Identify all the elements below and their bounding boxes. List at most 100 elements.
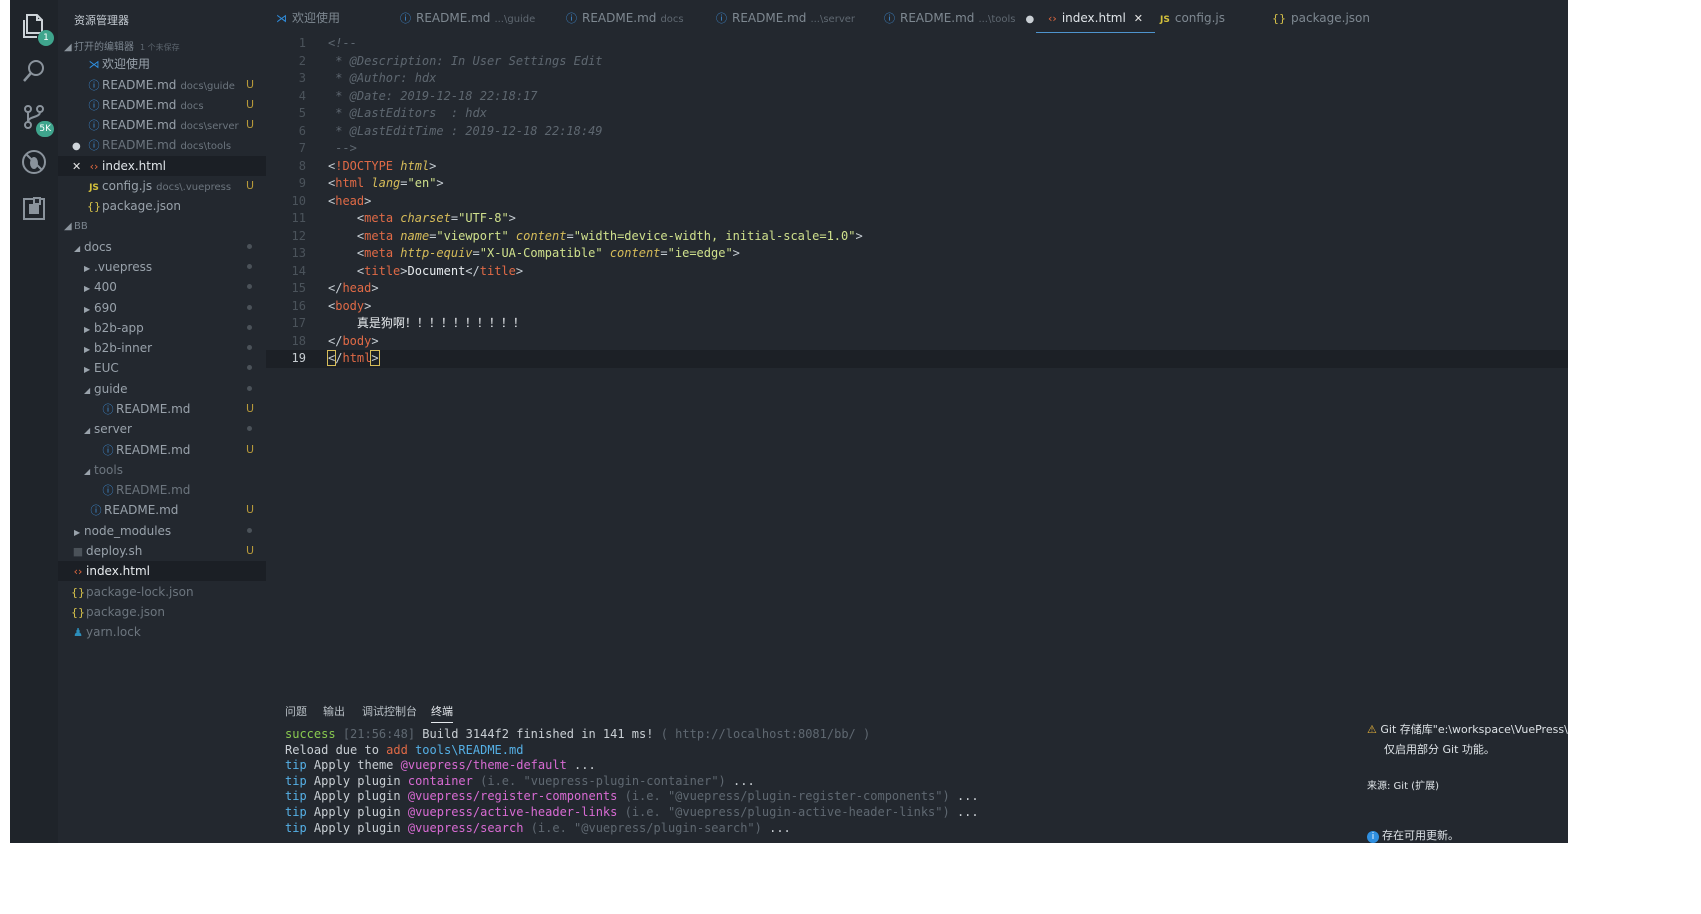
- tree-folder[interactable]: ◢ guide: [58, 379, 266, 399]
- code-line: 18 </body>: [266, 333, 1568, 351]
- open-editors-header[interactable]: ◢ 打开的编辑器 1 个未保存: [64, 38, 180, 53]
- tree-folder[interactable]: ▶ b2b-app: [58, 318, 266, 338]
- code-editor[interactable]: 1 <!-- 2 * @Description: In User Settings…: [266, 35, 1568, 695]
- source-control-icon[interactable]: 5K: [20, 103, 54, 137]
- unsaved-dot-icon[interactable]: ●: [1026, 14, 1035, 25]
- line-number: 3: [298, 71, 306, 85]
- tree-folder[interactable]: ▶ 400: [58, 277, 266, 297]
- close-icon[interactable]: ✕: [1134, 12, 1143, 25]
- tree-folder[interactable]: ◢ docs: [58, 237, 266, 257]
- code-text: Document: [407, 263, 466, 278]
- tree-file[interactable]: ⓘ README.md U: [58, 500, 266, 520]
- open-editor-item[interactable]: JS config.js docs\.vuepress U: [58, 176, 266, 196]
- tree-label: 400: [94, 280, 117, 294]
- tab-index-html[interactable]: ‹› index.html ✕: [1035, 0, 1156, 35]
- tab-package-json[interactable]: {} package.json: [1272, 0, 1370, 35]
- open-editor-item[interactable]: ⋊ 欢迎使用: [58, 54, 266, 74]
- chevron-right-icon: ▶: [84, 365, 91, 374]
- terminal-name: @vuepress/theme-default: [400, 758, 567, 773]
- tree-folder[interactable]: ▶ b2b-inner: [58, 338, 266, 358]
- tree-folder[interactable]: ▶ node_modules: [58, 521, 266, 541]
- info-icon: ⓘ: [88, 139, 100, 152]
- notification-toast[interactable]: ⚠ Git 存储库"e:\workspace\VuePress\ 仅启用部分 G…: [1362, 700, 1568, 843]
- terminal-text: Apply plugin: [313, 805, 401, 819]
- chevron-right-icon: ▶: [84, 264, 91, 273]
- explorer-icon[interactable]: 1: [20, 12, 54, 46]
- unsaved-dot-icon[interactable]: ●: [72, 137, 86, 157]
- line-number: 18: [291, 333, 306, 348]
- chevron-down-icon: ◢: [84, 467, 91, 476]
- open-editor-item[interactable]: ⓘ README.md docs\guide U: [58, 75, 266, 95]
- chevron-down-icon: ◢: [64, 221, 72, 232]
- tree-file[interactable]: ⓘ README.md U: [58, 440, 266, 460]
- open-editor-item[interactable]: ● ⓘ README.md docs\tools: [58, 135, 266, 155]
- terminal-keyword: add: [386, 742, 408, 757]
- terminal-url[interactable]: ( http://localhost:8081/bb/ ): [661, 727, 871, 741]
- panel-tab-debug-console[interactable]: 调试控制台: [362, 703, 417, 719]
- explorer-sidebar: 资源管理器 ◢ 打开的编辑器 1 个未保存 ⋊ 欢迎使用 ⓘ README.md docs…: [58, 0, 266, 843]
- status-dot-icon: [247, 528, 252, 533]
- panel-tab-terminal[interactable]: 终端: [431, 703, 453, 723]
- line-number: 10: [291, 193, 306, 208]
- tree-folder[interactable]: ◢ tools: [58, 460, 266, 480]
- line-number: 19: [291, 351, 306, 365]
- chevron-down-icon: ◢: [64, 42, 72, 53]
- tree-folder[interactable]: ▶ .vuepress: [58, 257, 266, 277]
- info-icon: ⓘ: [716, 12, 727, 25]
- shell-file-icon: ■: [72, 545, 84, 558]
- line-number: 14: [291, 263, 306, 278]
- tree-file[interactable]: {}package-lock.json: [58, 582, 266, 602]
- tree-file[interactable]: ⓘ README.md: [58, 480, 266, 500]
- code-tag: meta: [364, 211, 394, 225]
- tab-readme-server[interactable]: ⓘ README.md ...\server: [716, 0, 855, 35]
- code-tag: meta: [364, 246, 394, 260]
- explorer-title: 资源管理器: [74, 14, 129, 27]
- tree-file[interactable]: ♟ yarn.lock: [58, 622, 266, 642]
- tree-label: .vuepress: [94, 260, 153, 274]
- tab-readme-tools[interactable]: ⓘ README.md ...\tools ●: [884, 0, 1034, 35]
- terminal-text: Apply theme: [313, 758, 394, 773]
- search-icon[interactable]: [20, 57, 48, 85]
- vscode-icon: ⋊: [276, 12, 287, 25]
- code-line: 14 <title>Document</title>: [266, 263, 1568, 281]
- tree-file-active[interactable]: ‹› index.html: [58, 561, 266, 581]
- code-attr: content: [515, 228, 567, 243]
- close-icon[interactable]: ✕: [72, 157, 86, 177]
- tree-file[interactable]: ⓘ README.md U: [58, 399, 266, 419]
- workspace-header[interactable]: ◢ BB: [64, 221, 88, 232]
- tree-label: node_modules: [84, 524, 172, 538]
- tab-welcome[interactable]: ⋊ 欢迎使用: [276, 0, 340, 35]
- open-editor-item[interactable]: ⓘ README.md docs\server U: [58, 115, 266, 135]
- tab-desc: ...\guide: [494, 14, 536, 25]
- status-dot-icon: [247, 365, 252, 370]
- open-editor-item[interactable]: ⓘ README.md docs U: [58, 95, 266, 115]
- open-editor-item-active[interactable]: ✕ ‹› index.html: [58, 156, 266, 176]
- code-string: "X-UA-Compatible": [479, 246, 603, 260]
- tree-file[interactable]: ■ deploy.sh U: [58, 541, 266, 561]
- open-editor-item[interactable]: {}package.json: [58, 196, 266, 216]
- tab-config-js[interactable]: JS config.js: [1160, 0, 1225, 35]
- tree-file[interactable]: {}package.json: [58, 602, 266, 622]
- tree-folder[interactable]: ▶ 690: [58, 298, 266, 318]
- tab-label: README.md: [732, 11, 807, 25]
- extensions-icon[interactable]: [20, 195, 48, 223]
- tree-folder[interactable]: ▶ EUC: [58, 358, 266, 378]
- open-editor-label: index.html: [102, 159, 166, 173]
- tree-folder[interactable]: ◢ server: [58, 419, 266, 439]
- status-badge: U: [245, 98, 254, 111]
- code-line: 8 <!DOCTYPE html>: [266, 158, 1568, 176]
- code-line: 3 * @Author: hdx: [266, 70, 1568, 88]
- terminal-name: @vuepress/search: [407, 820, 524, 835]
- code-tag: meta: [364, 228, 394, 243]
- activity-bar: 1 5K: [10, 0, 58, 843]
- code-attr: http-equiv: [400, 246, 473, 260]
- code-tag: head: [342, 281, 372, 295]
- terminal-ie: (i.e. "@vuepress/plugin-search"): [530, 820, 762, 835]
- code-line: 11 <meta charset="UTF-8">: [266, 210, 1568, 228]
- tab-readme-docs[interactable]: ⓘ README.md docs: [566, 0, 684, 35]
- update-notification[interactable]: i 存在可用更新。: [1367, 827, 1459, 843]
- tab-readme-guide[interactable]: ⓘ README.md ...\guide: [400, 0, 535, 35]
- panel-tab-problems[interactable]: 问题: [285, 703, 307, 719]
- panel-tab-output[interactable]: 输出: [323, 703, 345, 719]
- debug-icon[interactable]: [20, 148, 48, 176]
